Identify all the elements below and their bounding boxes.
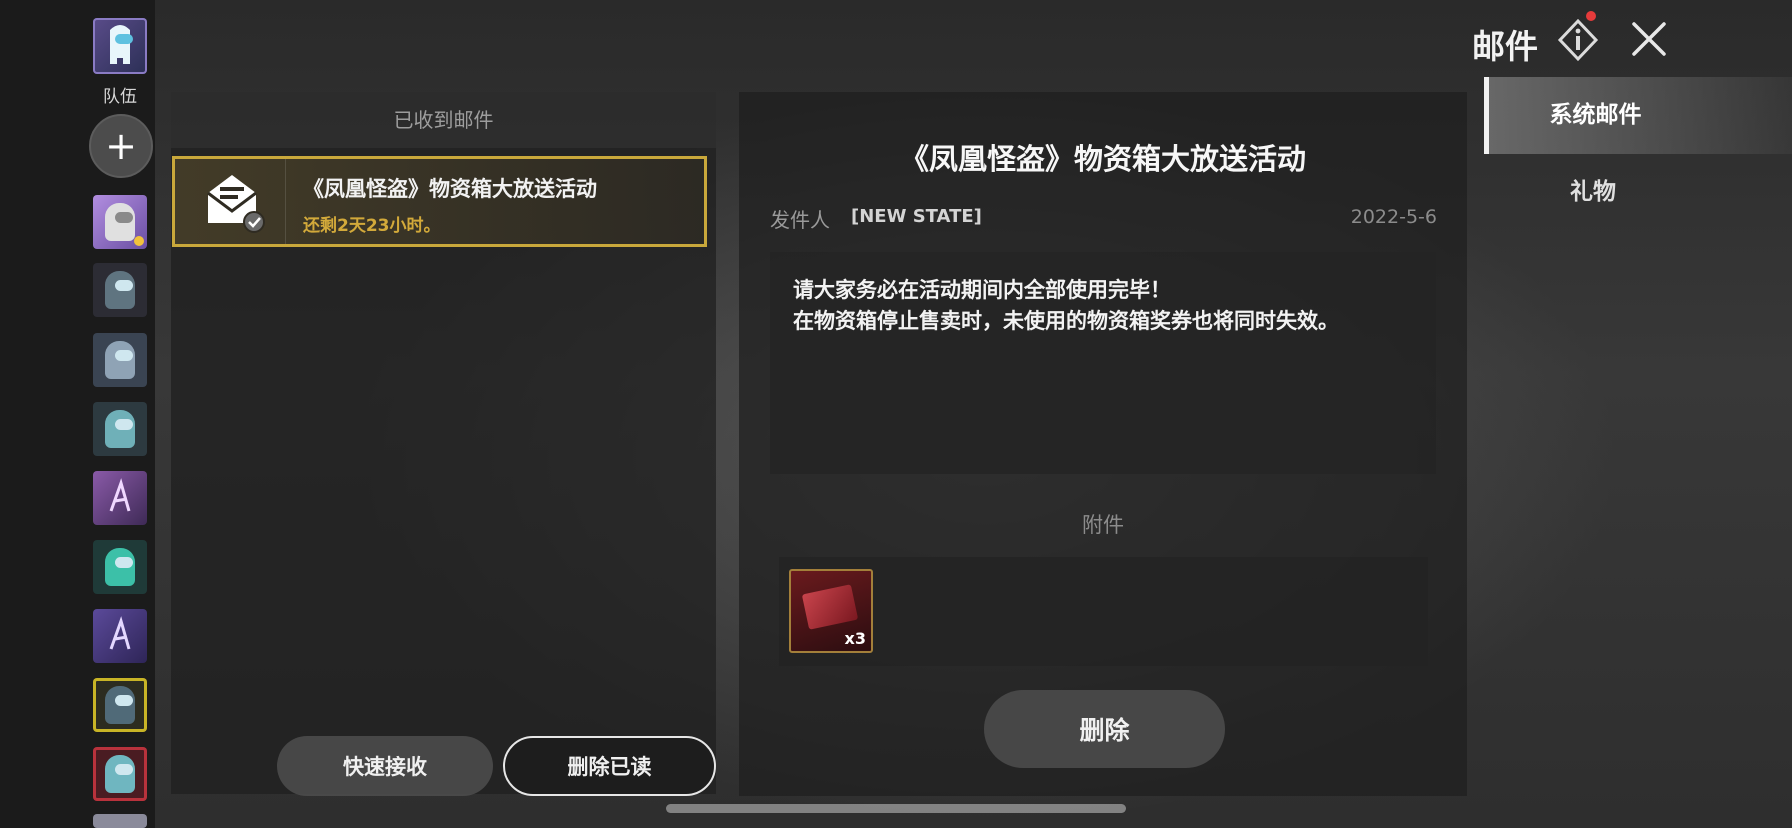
mail-body-line: 请大家务必在活动期间内全部使用完毕！ — [793, 278, 1171, 302]
mail-list-item[interactable]: 《凤凰怪盗》物资箱大放送活动 还剩2天23小时。 — [172, 156, 707, 247]
attachment-item[interactable]: x3 — [789, 569, 873, 653]
home-indicator[interactable] — [666, 804, 1126, 813]
sender-label: 发件人 — [770, 208, 830, 232]
close-icon[interactable] — [1630, 20, 1668, 58]
page-title: 邮件 — [1472, 27, 1538, 66]
mail-body-line: 在物资箱停止售卖时，未使用的物资箱奖券也将同时失效。 — [793, 309, 1339, 333]
tab-gifts[interactable]: 礼物 — [1484, 154, 1792, 231]
friend-avatar[interactable] — [93, 471, 147, 525]
attachment-label: 附件 — [1082, 513, 1124, 537]
friend-avatar[interactable] — [93, 814, 147, 828]
team-avatar[interactable] — [93, 18, 147, 74]
friend-avatar[interactable] — [93, 402, 147, 456]
friend-avatar[interactable] — [93, 195, 147, 249]
quick-receive-button[interactable]: 快速接收 — [277, 736, 493, 796]
friend-avatar[interactable] — [93, 609, 147, 663]
mail-item-title: 《凤凰怪盗》物资箱大放送活动 — [303, 177, 597, 201]
mail-item-remaining-time: 还剩2天23小时。 — [303, 216, 441, 236]
friend-avatar[interactable] — [93, 263, 147, 317]
received-mail-header: 已收到邮件 — [171, 92, 716, 148]
friend-avatar[interactable] — [93, 333, 147, 387]
crate-icon — [801, 584, 859, 630]
tab-system-mail[interactable]: 系统邮件 — [1484, 77, 1792, 154]
mail-category-tabs: 系统邮件 礼物 — [1484, 77, 1792, 231]
delete-read-button[interactable]: 删除已读 — [503, 736, 716, 796]
friend-avatar[interactable] — [93, 540, 147, 594]
mail-list-panel: 已收到邮件 《凤凰怪盗》物资箱大放送活动 还剩2天23小时。 — [171, 92, 716, 794]
notification-dot — [1586, 11, 1596, 21]
attachment-quantity: x3 — [844, 629, 866, 648]
add-friend-button[interactable]: + — [89, 114, 153, 178]
mail-date: 2022-5-6 — [1350, 206, 1437, 228]
friend-avatar[interactable] — [93, 678, 147, 732]
mail-read-icon — [175, 159, 286, 244]
mail-body: 请大家务必在活动期间内全部使用完毕！ 在物资箱停止售卖时，未使用的物资箱奖券也将… — [770, 252, 1436, 474]
mail-detail-title: 《凤凰怪盗》物资箱大放送活动 — [899, 142, 1306, 176]
friend-sidebar: 队伍 + — [0, 0, 155, 828]
attachment-area: x3 — [779, 557, 1428, 666]
team-label: 队伍 — [103, 87, 137, 107]
delete-mail-button[interactable]: 删除 — [984, 690, 1225, 768]
sender-name: [NEW STATE] — [851, 206, 982, 227]
info-icon[interactable] — [1557, 18, 1599, 62]
friend-avatar[interactable] — [93, 747, 147, 801]
